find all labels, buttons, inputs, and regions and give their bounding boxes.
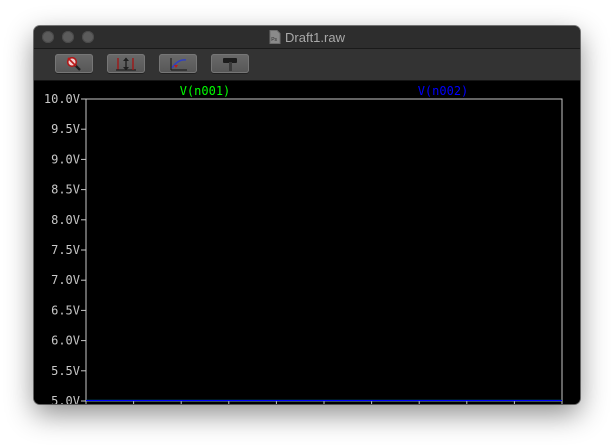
title-bar[interactable]: Ps Draft1.raw: [34, 26, 580, 49]
y-tick-label: 8.5V: [51, 183, 80, 197]
waveform-plot[interactable]: 5.0V 5.5V 6.0V 6.5V 7.0V 7.5V 8.0V 8.5V 9.0V 9.5V…: [34, 81, 580, 404]
y-tick-label: 5.0V: [51, 394, 80, 404]
y-tick-label: 9.0V: [51, 152, 80, 166]
y-tick-label: 10.0V: [44, 92, 80, 106]
y-tick-label: 7.5V: [51, 243, 80, 257]
window-title-group: Ps Draft1.raw: [34, 26, 580, 48]
y-tick-label: 6.0V: [51, 334, 80, 348]
window-title: Draft1.raw: [285, 29, 345, 45]
svg-text:Ps: Ps: [271, 37, 277, 43]
y-tick-label: 5.5V: [51, 364, 80, 378]
autorange-y-icon: [115, 56, 137, 72]
waveform-chart[interactable]: 5.0V 5.5V 6.0V 6.5V 7.0V 7.5V 8.0V 8.5V 9.0V 9.5V…: [34, 81, 580, 404]
hammer-button[interactable]: [211, 54, 249, 73]
plot-frame: [85, 98, 563, 402]
y-tick-label: 9.5V: [51, 122, 80, 136]
raw-file-icon: Ps: [269, 30, 281, 44]
y-tick-label: 8.0V: [51, 213, 80, 227]
pan-button[interactable]: [159, 54, 197, 73]
y-tick-label: 7.0V: [51, 273, 80, 287]
waveform-window: Ps Draft1.raw 5.0V 5.5V 6.0V 6.5V 7.0V 7…: [34, 26, 580, 404]
y-tick-label: 6.5V: [51, 303, 80, 317]
toolbar: [34, 49, 580, 81]
zoom-reset-button[interactable]: [55, 54, 93, 73]
legend-label-1: V(n001): [180, 84, 231, 98]
hammer-icon: [220, 56, 240, 72]
zoom-reset-icon: [65, 56, 83, 72]
pan-icon: [167, 56, 189, 72]
legend-label-2: V(n002): [418, 84, 469, 98]
autorange-y-button[interactable]: [107, 54, 145, 73]
